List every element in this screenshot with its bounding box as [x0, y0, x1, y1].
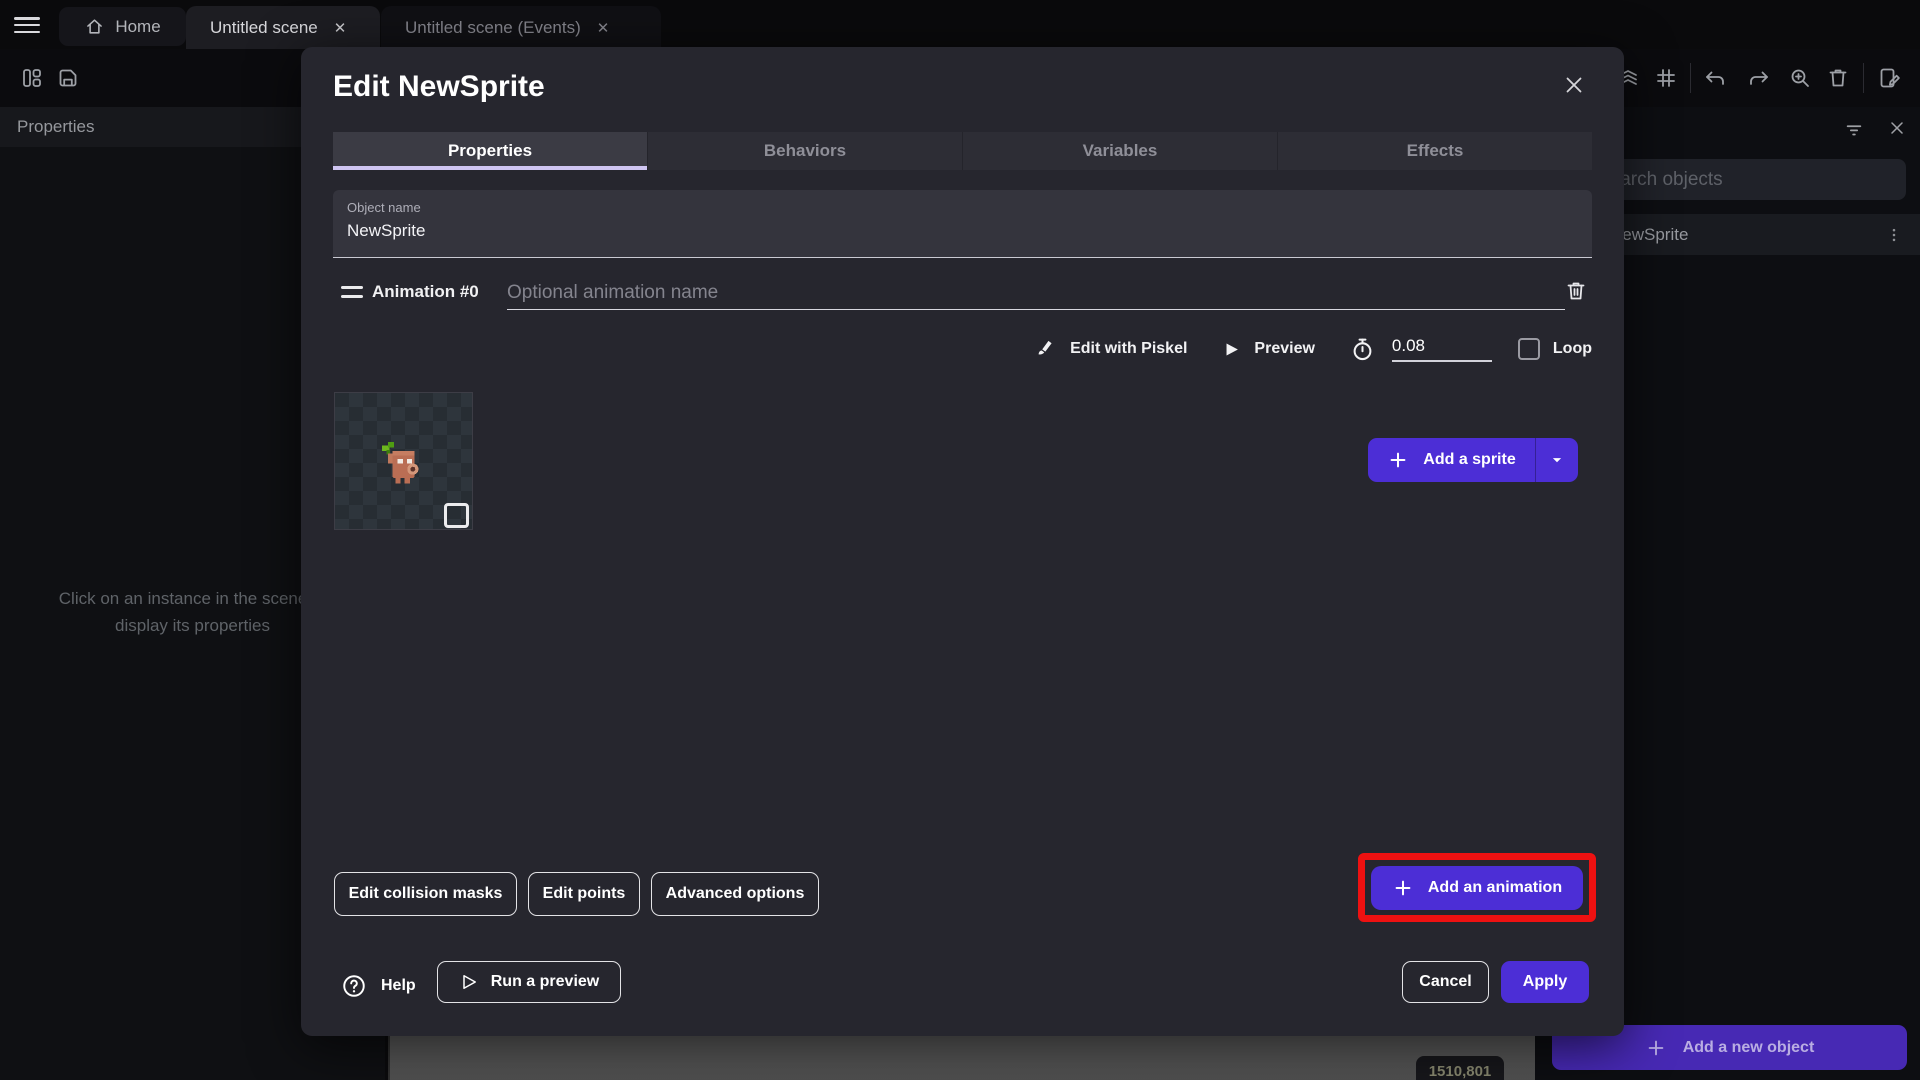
run-a-preview-button[interactable]: Run a preview	[437, 961, 621, 1003]
cursor-coordinates-chip: 1510,801	[1416, 1056, 1504, 1080]
loop-label: Loop	[1552, 340, 1592, 357]
object-name-field-value: NewSprite	[347, 221, 426, 240]
close-panel-icon[interactable]	[1887, 118, 1907, 138]
play-icon	[1223, 341, 1240, 358]
close-dialog-icon[interactable]	[1562, 73, 1586, 97]
top-bar: Home Untitled scene ✕ Untitled scene (Ev…	[0, 0, 1920, 49]
pig-sprite-image	[382, 442, 419, 484]
brush-icon	[1036, 338, 1058, 360]
tab-label: Untitled scene	[210, 17, 318, 37]
animation-header-row: Animation #0	[333, 276, 1592, 312]
tab-behaviors[interactable]: Behaviors	[648, 132, 963, 170]
kebab-menu-icon[interactable]	[1885, 226, 1903, 244]
redo-icon[interactable]	[1747, 66, 1771, 90]
animation-label: Animation #0	[372, 282, 479, 301]
active-tab-underline	[333, 166, 647, 170]
animation-tools-row: Edit with Piskel Preview Loop	[1036, 331, 1592, 367]
advanced-options-button[interactable]: Advanced options	[651, 872, 819, 916]
plus-icon	[1387, 449, 1409, 471]
tab-label: Untitled scene (Events)	[405, 17, 581, 37]
home-icon	[84, 16, 105, 37]
apply-button[interactable]: Apply	[1501, 961, 1589, 1003]
search-objects-field[interactable]	[1580, 159, 1906, 200]
edit-scene-events-icon[interactable]	[1878, 66, 1902, 90]
chevron-down-icon[interactable]	[1536, 438, 1578, 482]
object-name-field-label: Object name	[347, 200, 421, 215]
preview-button[interactable]: Preview	[1254, 340, 1314, 358]
stopwatch-icon	[1349, 336, 1376, 363]
plus-icon	[1392, 877, 1414, 899]
add-sprite-label: Add a sprite	[1423, 451, 1516, 468]
animation-name-input[interactable]	[507, 276, 1565, 310]
help-button[interactable]: Help	[341, 965, 416, 1007]
add-an-animation-button[interactable]: Add an animation	[1371, 865, 1583, 910]
time-between-frames-input[interactable]	[1391, 336, 1492, 362]
scene-canvas[interactable]: 1510,801	[388, 1036, 1535, 1080]
toolbar-separator	[1690, 63, 1691, 93]
loop-checkbox[interactable]	[1517, 338, 1540, 360]
save-icon[interactable]	[56, 66, 80, 90]
grid-icon[interactable]	[1654, 66, 1678, 90]
close-tab-icon[interactable]: ✕	[597, 19, 610, 37]
frame-select-checkbox[interactable]	[444, 503, 469, 528]
add-sprite-button[interactable]: Add a sprite	[1368, 438, 1535, 482]
annotation-highlight-box: Add an animation	[1358, 853, 1596, 922]
object-name-field[interactable]: Object name NewSprite	[333, 190, 1592, 258]
toggle-panels-icon[interactable]	[20, 66, 44, 90]
close-tab-icon[interactable]: ✕	[334, 19, 347, 37]
play-outline-icon	[459, 972, 479, 992]
add-sprite-split-button[interactable]: Add a sprite	[1368, 438, 1578, 482]
add-new-object-label: Add a new object	[1682, 1038, 1815, 1056]
edit-collision-masks-button[interactable]: Edit collision masks	[334, 872, 517, 916]
filter-icon[interactable]	[1843, 118, 1865, 140]
run-a-preview-label: Run a preview	[490, 973, 600, 990]
zoom-in-icon[interactable]	[1788, 66, 1812, 90]
edit-with-piskel-button[interactable]: Edit with Piskel	[1070, 340, 1187, 358]
tab-effects[interactable]: Effects	[1278, 132, 1592, 170]
add-an-animation-label: Add an animation	[1427, 878, 1563, 896]
plus-icon	[1645, 1037, 1667, 1059]
gdevelop-app: Home Untitled scene ✕ Untitled scene (Ev…	[0, 0, 1920, 1080]
cancel-button[interactable]: Cancel	[1402, 961, 1489, 1003]
sprite-frame-thumbnail[interactable]	[334, 392, 473, 530]
help-label: Help	[381, 977, 416, 994]
undo-icon[interactable]	[1703, 66, 1727, 90]
tab-variables[interactable]: Variables	[963, 132, 1278, 170]
drag-handle-icon[interactable]	[341, 286, 363, 298]
toolbar-separator	[1863, 63, 1864, 93]
search-objects-input[interactable]	[1580, 159, 1906, 200]
edit-sprite-dialog: Edit NewSprite Properties Behaviors Vari…	[301, 47, 1624, 1036]
help-icon	[341, 973, 367, 999]
tab-properties[interactable]: Properties	[333, 132, 648, 170]
dialog-tabs: Properties Behaviors Variables Effects	[333, 132, 1592, 170]
dialog-title: Edit NewSprite	[333, 70, 545, 103]
tab-untitled-scene[interactable]: Untitled scene ✕	[186, 6, 380, 49]
menu-icon[interactable]	[14, 17, 44, 33]
delete-animation-icon[interactable]	[1564, 279, 1588, 303]
tab-untitled-scene-events[interactable]: Untitled scene (Events) ✕	[381, 6, 661, 49]
edit-points-button[interactable]: Edit points	[528, 872, 640, 916]
home-tab-label: Home	[115, 16, 161, 36]
tab-home[interactable]: Home	[59, 7, 186, 46]
delete-icon[interactable]	[1826, 66, 1850, 90]
